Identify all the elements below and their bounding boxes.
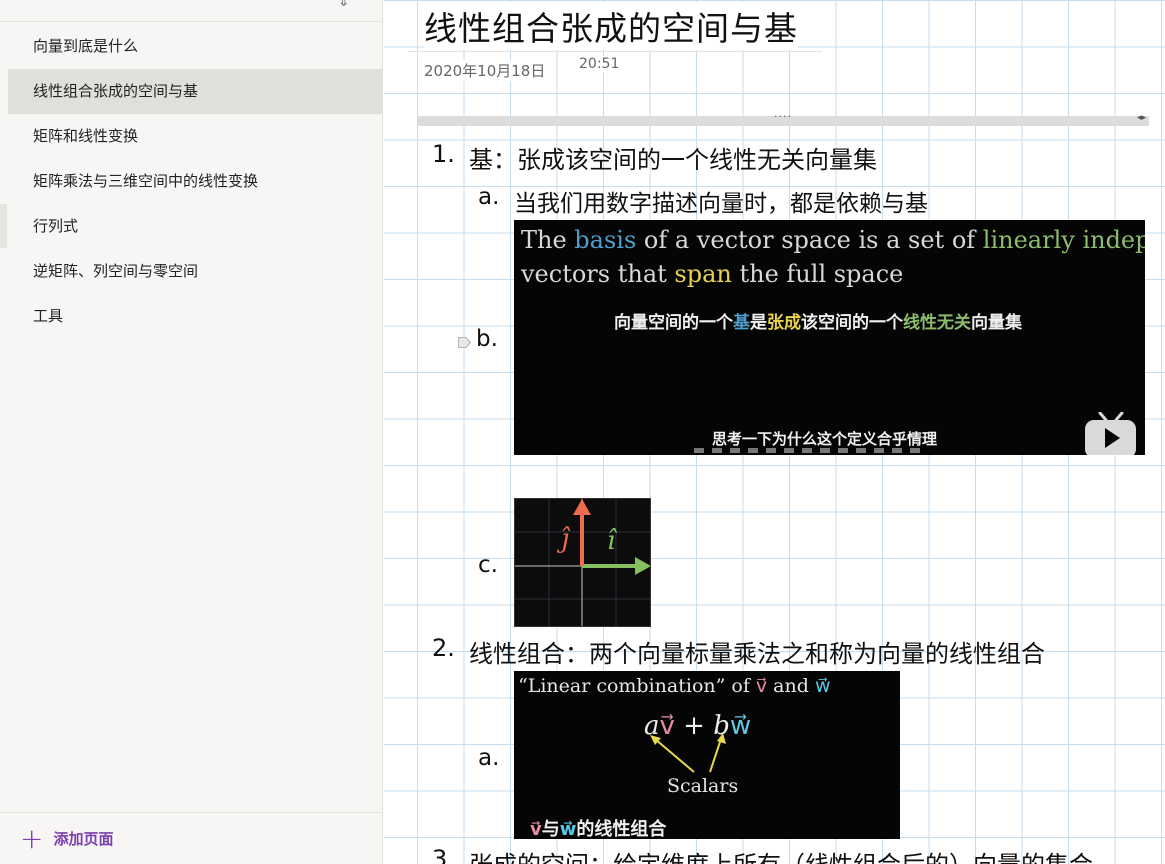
add-page-label: 添加页面: [53, 830, 114, 848]
video-text-line: The basis of a vector space is a set of …: [521, 226, 1145, 254]
item-number: 1.: [432, 140, 455, 168]
item-number: 3.: [432, 845, 455, 864]
note-time: 20:51: [579, 56, 620, 72]
item-letter: b.: [476, 326, 498, 352]
image-caption: v⃗与w⃗的线性组合: [530, 819, 667, 839]
page-item[interactable]: 工具: [8, 294, 382, 339]
item-letter: c.: [478, 552, 498, 578]
page-item[interactable]: 逆矩阵、列空间与零空间: [8, 249, 382, 294]
resize-arrows-icon[interactable]: ◂▸: [1137, 113, 1146, 123]
list-item[interactable]: 1.: [432, 140, 455, 168]
linear-combination-image[interactable]: “Linear combination” of v⃗ and w⃗ av⃗ + …: [514, 671, 900, 839]
page-item[interactable]: 行列式: [8, 204, 382, 249]
j-hat-label: ĵ: [556, 524, 571, 554]
page-item-active[interactable]: 线性组合张成的空间与基: [8, 69, 382, 114]
add-page-button[interactable]: + 添加页面: [0, 812, 383, 864]
list-bullet-marker-icon[interactable]: [458, 333, 472, 348]
video-subtitle: 向量空间的一个基是张成该空间的一个线性无关向量集: [614, 313, 1022, 333]
list-item-text[interactable]: 线性组合：两个向量标量乘法之和称为向量的线性组合: [469, 634, 1045, 669]
sort-icon[interactable]: ⇕: [338, 0, 350, 10]
container-edge: [417, 126, 418, 864]
page-item[interactable]: 矩阵乘法与三维空间中的线性变换: [8, 159, 382, 204]
item-letter: a.: [478, 184, 500, 210]
page-item[interactable]: 向量到底是什么: [8, 24, 382, 69]
page-title[interactable]: 线性组合张成的空间与基: [424, 2, 798, 50]
page-item[interactable]: 矩阵和线性变换: [8, 114, 382, 159]
section-indicator: [0, 204, 7, 248]
item-number: 2.: [432, 634, 455, 662]
note-date: 2020年10月18日: [424, 60, 546, 81]
page-list: 向量到底是什么 线性组合张成的空间与基 矩阵和线性变换 矩阵乘法与三维空间中的线…: [8, 24, 382, 339]
note-canvas[interactable]: 线性组合张成的空间与基 2020年10月18日 20:51 ···· ◂▸ 1.…: [384, 0, 1165, 864]
drag-handle-icon[interactable]: ····: [774, 110, 792, 123]
title-divider: [408, 51, 822, 52]
video-caption-partial: [694, 448, 924, 453]
embedded-video[interactable]: The basis of a vector space is a set of …: [514, 220, 1145, 455]
video-play-icon[interactable]: [1084, 411, 1137, 455]
scalar-arrows: [650, 733, 726, 773]
scalars-label: Scalars: [667, 775, 739, 797]
page-list-sidebar: ⇕ 向量到底是什么 线性组合张成的空间与基 矩阵和线性变换 矩阵乘法与三维空间中…: [0, 0, 383, 864]
plus-icon: +: [20, 821, 44, 855]
note-container-handle[interactable]: ···· ◂▸: [417, 110, 1149, 126]
video-text-line: vectors that span the full space: [521, 260, 904, 288]
sidebar-top-strip: ⇕: [0, 0, 383, 22]
list-item-text[interactable]: 张成的空间：给定维度上所有（线性组合后的）向量的集合: [469, 845, 1093, 864]
list-item-text[interactable]: 基：张成该空间的一个线性无关向量集: [469, 140, 877, 175]
list-item-text[interactable]: 当我们用数字描述向量时，都是依赖与基: [514, 184, 928, 218]
basis-vectors-image[interactable]: ĵ î: [514, 498, 651, 627]
video-caption: 思考一下为什么这个定义合乎情理: [712, 430, 938, 448]
item-letter: a.: [478, 745, 500, 771]
